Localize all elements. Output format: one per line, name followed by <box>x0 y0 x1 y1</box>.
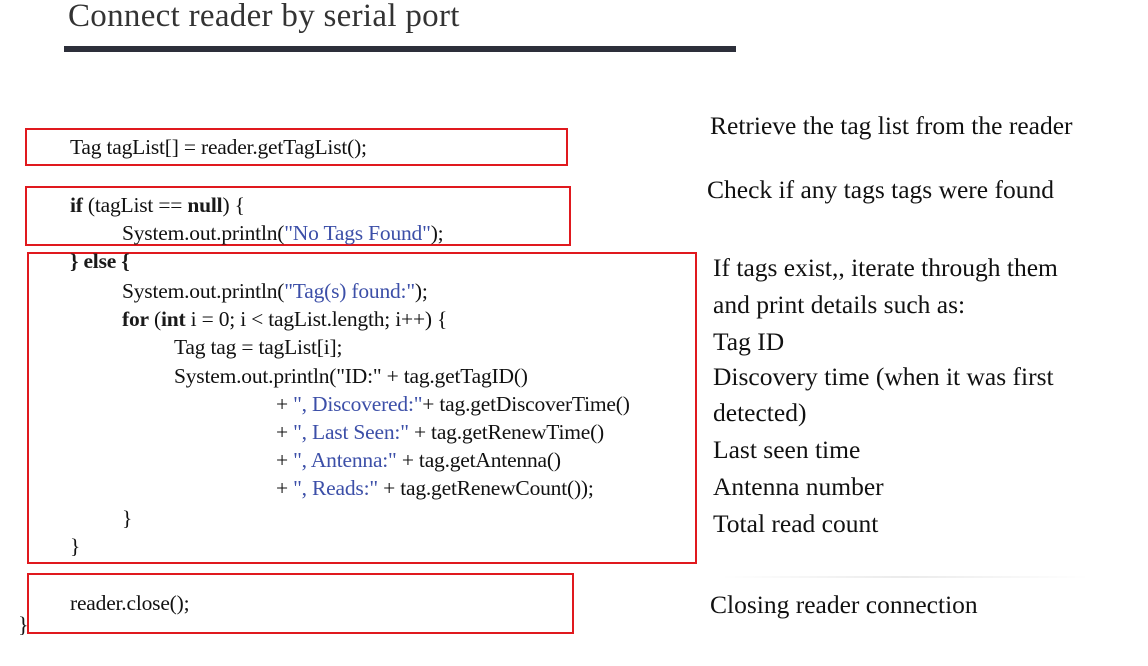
code-line-for: for (int i = 0; i < tagList.length; i++)… <box>122 306 447 332</box>
keyword-int: int <box>161 307 186 331</box>
antenna-call: + tag.getAntenna() <box>396 448 561 472</box>
code-line-close-else: } <box>70 534 81 558</box>
renew-time-call: + tag.getRenewTime() <box>408 420 605 444</box>
string-tags-found: "Tag(s) found:" <box>284 279 415 303</box>
note-iterate-line4: Discovery time (when it was first <box>713 362 1054 391</box>
keyword-for: for <box>122 307 149 331</box>
code-line-if: if (tagList == null) { <box>70 192 245 218</box>
code-line-discovered: + ", Discovered:"+ tag.getDiscoverTime() <box>276 391 630 417</box>
plus-operator: + <box>276 476 294 500</box>
code-line-tag-assign: Tag tag = tagList[i]; <box>174 335 343 359</box>
if-condition-b: ) { <box>222 193 245 217</box>
note-iterate-line2: and print details such as: <box>713 290 966 319</box>
string-antenna: ", Antenna:" <box>293 448 397 472</box>
code-line-else: } else { <box>70 249 130 273</box>
title-underline <box>64 46 736 52</box>
string-last-seen: ", Last Seen:" <box>293 420 409 444</box>
for-rest: i = 0; i < tagList.length; i++) { <box>185 307 448 331</box>
code-line-println-found: System.out.println("Tag(s) found:"); <box>122 278 428 304</box>
note-check: Check if any tags tags were found <box>707 175 1054 204</box>
string-discovered: ", Discovered:" <box>293 392 423 416</box>
keyword-if: if <box>70 193 83 217</box>
faint-divider <box>720 576 1090 578</box>
plus-operator: + <box>276 448 294 472</box>
code-line-get-tag-list: Tag tagList[] = reader.getTagList(); <box>70 135 367 159</box>
note-iterate-line5: detected) <box>713 398 807 427</box>
note-closing: Closing reader connection <box>710 590 978 619</box>
note-iterate-line3: Tag ID <box>713 327 785 356</box>
println-end: ); <box>414 279 428 303</box>
code-line-last-seen: + ", Last Seen:" + tag.getRenewTime() <box>276 419 604 445</box>
slide-title: Connect reader by serial port <box>68 0 460 34</box>
note-iterate-line1: If tags exist,, iterate through them <box>713 253 1058 282</box>
code-line-antenna: + ", Antenna:" + tag.getAntenna() <box>276 447 561 473</box>
if-condition-a: (tagList == <box>82 193 188 217</box>
note-retrieve: Retrieve the tag list from the reader <box>710 111 1073 140</box>
code-line-println-no-tags: System.out.println("No Tags Found"); <box>122 220 444 246</box>
discover-time-call: + tag.getDiscoverTime() <box>422 392 630 416</box>
println-call: System.out.println( <box>122 221 285 245</box>
code-final-brace: } <box>18 612 29 637</box>
plus-operator: + <box>276 420 294 444</box>
code-line-reader-close: reader.close(); <box>70 591 190 615</box>
plus-operator: + <box>276 392 294 416</box>
keyword-null: null <box>187 193 223 217</box>
note-iterate-line7: Antenna number <box>713 472 884 501</box>
println-end: ); <box>430 221 444 245</box>
println-call: System.out.println( <box>122 279 285 303</box>
note-iterate-line6: Last seen time <box>713 435 861 464</box>
code-line-close-for: } <box>122 506 133 530</box>
note-iterate-line8: Total read count <box>713 509 879 538</box>
code-line-reads: + ", Reads:" + tag.getRenewCount()); <box>276 475 594 501</box>
string-no-tags: "No Tags Found" <box>284 221 431 245</box>
code-line-println-id: System.out.println("ID:" + tag.getTagID(… <box>174 364 528 388</box>
renew-count-call: + tag.getRenewCount()); <box>377 476 594 500</box>
for-open: ( <box>148 307 161 331</box>
string-reads: ", Reads:" <box>293 476 378 500</box>
